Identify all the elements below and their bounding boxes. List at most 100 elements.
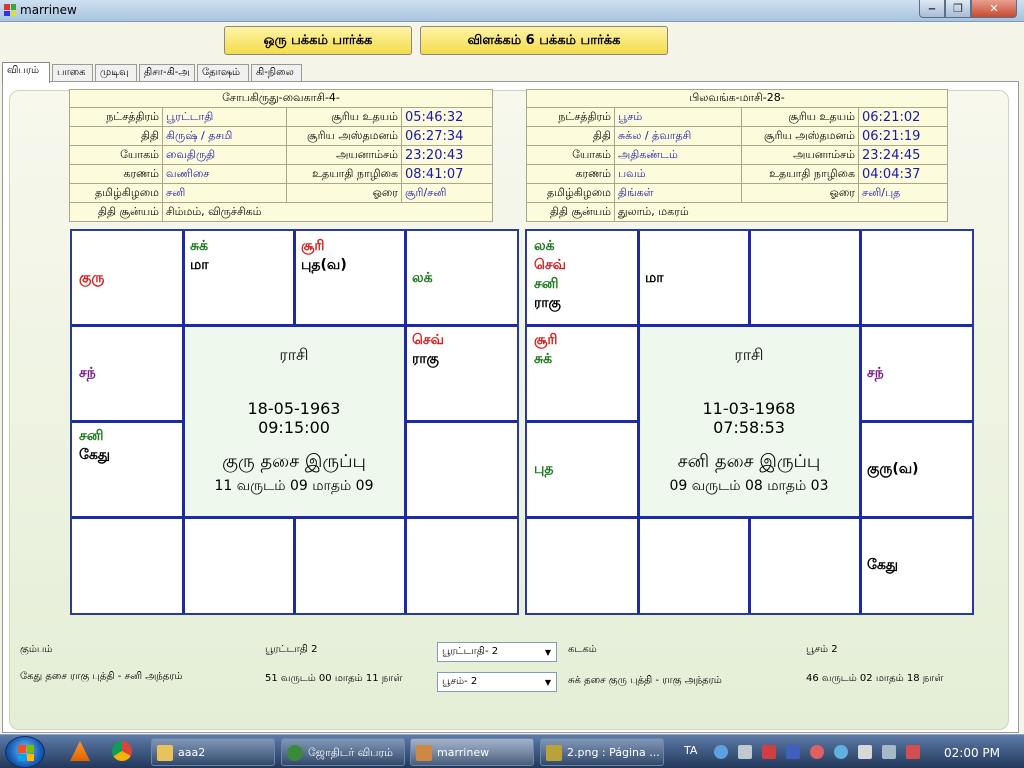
dasa-balance-value: 09 வருடம் 08 மாதம் 03: [669, 478, 829, 494]
planet-label: சனி: [79, 428, 104, 444]
window-client: ஒரு பக்கம் பார்க்க விளக்கம் 6 பக்கம் பார…: [0, 22, 1024, 734]
value-sunrise: 06:21:02: [858, 107, 948, 127]
clock[interactable]: 02:00 PM: [944, 746, 1000, 760]
action-center-icon[interactable]: [906, 745, 920, 759]
label-sunset: சூரிய அஸ்தமனம்: [286, 126, 402, 146]
taskbar-item-fireworks[interactable]: 2.png : Página ...: [540, 738, 664, 766]
one-page-view-button[interactable]: ஒரு பக்கம் பார்க்க: [224, 26, 412, 55]
birth-date: 11-03-1968: [702, 399, 796, 418]
value-udayadi: 08:41:07: [401, 164, 493, 184]
house-cell-right-upper: சந்: [862, 327, 970, 419]
planet-label: சுக்: [534, 351, 553, 367]
planet-label: சூரி: [301, 238, 325, 254]
planet-label: மா: [645, 269, 664, 286]
network-icon[interactable]: [714, 745, 728, 759]
close-button[interactable]: ✕: [971, 0, 1017, 18]
app-icon: [416, 745, 432, 761]
value-tithi: கிருஷ் / தசமி: [162, 126, 287, 146]
label-udayadi: உதயாதி நாழிகை: [741, 164, 859, 184]
maximize-button[interactable]: ❐: [945, 0, 971, 18]
value-yogam: அதிகண்டம்: [614, 145, 742, 165]
planet-label: கேது: [79, 447, 111, 463]
window-title: marrinew: [20, 3, 77, 17]
label-weekday: தமிழ்கிழமை: [69, 183, 163, 203]
star-select-2[interactable]: பூசம்- 2 ▼: [437, 672, 557, 692]
display-icon[interactable]: [882, 745, 896, 759]
birth-time: 07:58:53: [713, 418, 785, 437]
value-sunset: 06:21:19: [858, 126, 948, 146]
tray-app-icon[interactable]: [834, 745, 848, 759]
panchang-table-left: சோபகிருது-வைகாசி-4- நட்சத்திரம் பூரட்டாதி…: [69, 89, 493, 222]
chrome-icon[interactable]: [112, 741, 132, 761]
house-cell-top-3: [751, 233, 858, 323]
bluetooth-icon[interactable]: [786, 745, 800, 759]
minimize-button[interactable]: ‒: [919, 0, 945, 18]
six-page-explanation-button[interactable]: விளக்கம் 6 பக்கம் பார்க்க: [420, 26, 668, 55]
house-cell-bottom-right: [407, 519, 515, 611]
value-karanam: பவம்: [614, 164, 742, 184]
label-nakshatra: நட்சத்திரம்: [526, 107, 615, 127]
label-tithi-shunya: திதி சூன்யம்: [526, 202, 615, 222]
label-yogam: யோகம்: [69, 145, 163, 165]
house-cell-top-right: லக்: [407, 233, 515, 323]
house-cell-bottom-left: [529, 519, 636, 611]
label-horai: ஓரை: [741, 183, 859, 203]
start-button[interactable]: [5, 736, 45, 768]
label-weekday: தமிழ்கிழமை: [526, 183, 615, 203]
house-cell-left-upper: சூரி சுக்: [529, 327, 636, 419]
tab-details[interactable]: விபரம்: [2, 62, 50, 83]
tab-result[interactable]: முடிவு: [95, 64, 137, 82]
volume-icon[interactable]: [858, 745, 872, 759]
star-select-1-value: பூரட்டாதி- 2: [442, 646, 499, 657]
planet-label: சூரி: [534, 332, 558, 348]
close-icon: ✕: [989, 2, 999, 15]
house-cell-right-upper: செவ் ராகு: [407, 327, 515, 419]
rasi-label: ராசி: [734, 345, 764, 364]
house-cell-top-2: மா: [640, 233, 747, 323]
planet-label: லக்: [534, 238, 555, 254]
label-ayanamsa: அயனாம்சம்: [286, 145, 402, 165]
value-udayadi: 04:04:37: [858, 164, 948, 184]
app-icon: [4, 4, 16, 16]
panchang-header: சோபகிருது-வைகாசி-4-: [69, 89, 493, 108]
planet-label: ராகு: [412, 351, 439, 367]
title-bar: marrinew ‒ ❐ ✕: [0, 0, 1024, 22]
star-pada-left: பூரட்டாதி 2: [265, 644, 318, 655]
vlc-icon[interactable]: [70, 741, 90, 761]
label-horai: ஓரை: [286, 183, 402, 203]
taskbar-item-marrinew[interactable]: marrinew: [410, 738, 534, 766]
planet-label: புத: [534, 460, 554, 477]
label-udayadi: உதயாதி நாழிகை: [286, 164, 402, 184]
planet-label: குரு: [79, 269, 105, 286]
chevron-down-icon[interactable]: ▼: [540, 643, 556, 661]
label-tithi: திதி: [69, 126, 163, 146]
taskbar-item-label: aaa2: [178, 746, 206, 759]
language-indicator[interactable]: TA: [684, 744, 697, 757]
minimize-icon: ‒: [928, 2, 936, 15]
house-cell-bottom-3: [296, 519, 403, 611]
tab-dosham[interactable]: தோஷம்: [197, 64, 249, 82]
house-cell-bottom-3: [751, 519, 858, 611]
panchang-header: பிலவங்க-மாசி-28-: [526, 89, 948, 108]
planet-label: சந்: [867, 364, 884, 381]
label-ayanamsa: அயனாம்சம்: [741, 145, 859, 165]
taskbar-item-astrologer[interactable]: ஜோதிடர் விபரம்: [281, 738, 405, 766]
chevron-down-icon[interactable]: ▼: [540, 673, 556, 691]
label-karanam: கரணம்: [69, 164, 163, 184]
folder-icon: [157, 745, 173, 761]
tab-dasa[interactable]: திசா-கி-அ: [139, 64, 195, 82]
planet-label: ராகு: [534, 295, 561, 311]
tray-app-icon[interactable]: [738, 745, 752, 759]
chart-center: ராசி 18-05-1963 09:15:00 குரு தசை இருப்ப…: [183, 325, 405, 517]
tab-degrees[interactable]: பாகை: [52, 64, 93, 82]
tray-app-icon[interactable]: [762, 745, 776, 759]
planet-label: லக்: [412, 269, 433, 286]
panchang-table-right: பிலவங்க-மாசி-28- நட்சத்திரம் பூசம் சூரிய உ…: [526, 89, 948, 222]
value-karanam: வணிசை: [162, 164, 287, 184]
planet-label: சந்: [79, 364, 96, 381]
tray-app-icon[interactable]: [810, 745, 824, 759]
value-ayanamsa: 23:24:45: [858, 145, 948, 165]
tab-planet-position[interactable]: கி-நிலை: [251, 64, 302, 82]
taskbar-item-folder[interactable]: aaa2: [151, 738, 275, 766]
star-select-1[interactable]: பூரட்டாதி- 2 ▼: [437, 642, 557, 662]
